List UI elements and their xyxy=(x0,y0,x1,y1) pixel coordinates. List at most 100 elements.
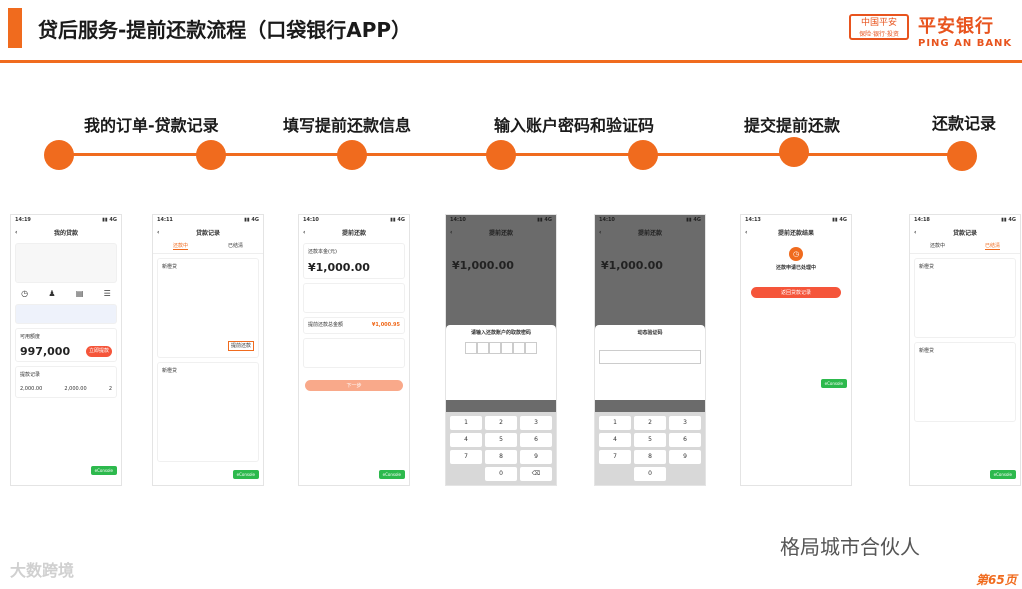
status-time: 14:18 xyxy=(914,217,930,223)
credit-label: 可用额度 xyxy=(20,334,41,340)
credit-card: 可用额度 997,000 立即提款 xyxy=(15,328,117,362)
timeline-dot xyxy=(779,137,809,167)
phone-screen-prepay-result: 14:13 ▮▮ 4G ‹ 提前还款结果 ◷ 还款申请已处理中 返回贷款记录 eCo… xyxy=(740,214,852,486)
bank-name: 平安银行 PING AN BANK xyxy=(918,12,1012,49)
back-icon[interactable]: ‹ xyxy=(157,229,159,236)
loan-item-card[interactable]: 新橙贷 xyxy=(914,342,1016,422)
bank-name-en: PING AN BANK xyxy=(918,38,1013,49)
step-label-4: 提交提前还款 xyxy=(744,116,841,135)
key-1[interactable]: 1 xyxy=(599,416,631,430)
tab-settled[interactable]: 已结清 xyxy=(984,242,1000,250)
back-icon[interactable]: ‹ xyxy=(745,229,747,236)
timeline-dot xyxy=(44,140,74,170)
doc-icon[interactable]: ▤ xyxy=(76,289,84,298)
principal-value: ¥1,000.00 xyxy=(452,259,514,272)
back-to-records-button[interactable]: 返回贷款记录 xyxy=(751,287,841,298)
screen-title: 贷款记录 xyxy=(195,229,220,237)
econsole-button[interactable]: eConsole xyxy=(90,466,117,475)
tab-settled[interactable]: 已结清 xyxy=(228,242,243,250)
back-icon[interactable]: ‹ xyxy=(914,229,916,236)
modal-title: 动态验证码 xyxy=(637,330,663,336)
modal-title: 请输入还款账户的取款密码 xyxy=(470,330,531,336)
back-icon[interactable]: ‹ xyxy=(450,229,452,236)
account-card[interactable] xyxy=(303,338,405,368)
timeline-dot xyxy=(628,140,658,170)
key-3[interactable]: 3 xyxy=(669,416,701,430)
econsole-button[interactable]: eConsole xyxy=(378,470,405,479)
screen-title: 提前还款结果 xyxy=(777,229,814,237)
history-label: 提款记录 xyxy=(20,372,41,378)
timeline-dot xyxy=(947,141,977,171)
key-2[interactable]: 2 xyxy=(634,416,666,430)
loan-name: 新橙贷 xyxy=(162,264,178,270)
tab-repaying[interactable]: 还款中 xyxy=(172,242,188,250)
key-4[interactable]: 4 xyxy=(450,433,482,447)
header-divider xyxy=(0,60,1022,63)
prepay-link[interactable]: 提前还款 xyxy=(227,341,254,351)
screen-title: 我的贷款 xyxy=(53,229,78,237)
econsole-button[interactable]: eConsole xyxy=(820,379,847,388)
numeric-keypad: 123 456 789 0 xyxy=(595,412,705,485)
status-time: 14:10 xyxy=(303,217,319,223)
phone-screen-prepay-form: 14:10 ▮▮ 4G ‹ 提前还款 还款本金(元) ¥1,000.00 提前还款总… xyxy=(298,214,410,486)
key-5[interactable]: 5 xyxy=(634,433,666,447)
key-0[interactable]: 0 xyxy=(634,467,666,481)
loan-name: 新橙贷 xyxy=(919,348,935,354)
user-icon[interactable]: ♟ xyxy=(48,289,55,298)
promo-card[interactable] xyxy=(15,304,117,324)
phone-screen-verification: 14:10 ▮▮ 4G ‹ 提前还款 ¥1,000.00 动态验证码 123 456… xyxy=(594,214,706,486)
key-2[interactable]: 2 xyxy=(485,416,517,430)
key-3[interactable]: 3 xyxy=(520,416,552,430)
total-card: 提前还款总金额 ¥1,000.95 xyxy=(303,317,405,334)
watermark-logo: 大数跨境 xyxy=(10,561,75,580)
logo-text: 中国平安 xyxy=(860,18,897,28)
principal-input[interactable]: ¥1,000.00 xyxy=(308,261,400,274)
next-button[interactable]: 下一步 xyxy=(305,380,403,391)
key-7[interactable]: 7 xyxy=(450,450,482,464)
status-time: 14:10 xyxy=(450,217,466,223)
header-accent-bar xyxy=(8,8,22,48)
key-8[interactable]: 8 xyxy=(634,450,666,464)
pin-input[interactable] xyxy=(450,342,552,354)
backspace-key[interactable]: ⌫ xyxy=(520,467,552,481)
phone-screen-password: 14:10 ▮▮ 4G ‹ 提前还款 ¥1,000.00 请输入还款账户的取款密码 … xyxy=(445,214,557,486)
key-6[interactable]: 6 xyxy=(669,433,701,447)
pingan-logo: 中国平安 保险·银行·投资 xyxy=(849,14,909,40)
loan-item-card[interactable]: 新橙贷 提前还款 xyxy=(157,258,259,358)
credit-amount: 997,000 xyxy=(20,345,71,358)
loan-item-card[interactable]: 新橙贷 xyxy=(914,258,1016,338)
econsole-button[interactable]: eConsole xyxy=(989,470,1016,479)
key-4[interactable]: 4 xyxy=(599,433,631,447)
page-number: 第65页 xyxy=(976,573,1017,587)
principal-value: ¥1,000.00 xyxy=(601,259,663,272)
screen-title: 提前还款 xyxy=(488,229,513,237)
key-6[interactable]: 6 xyxy=(520,433,552,447)
numeric-keypad: 123 456 789 0 ⌫ xyxy=(446,412,556,485)
key-blank xyxy=(450,467,482,481)
code-input[interactable] xyxy=(599,350,701,364)
logo-subtext: 保险·银行·投资 xyxy=(859,31,899,38)
key-9[interactable]: 9 xyxy=(669,450,701,464)
key-9[interactable]: 9 xyxy=(520,450,552,464)
key-8[interactable]: 8 xyxy=(485,450,517,464)
apply-button[interactable]: 立即提款 xyxy=(86,346,112,357)
history-value: 2 xyxy=(108,386,112,392)
back-icon[interactable]: ‹ xyxy=(15,229,17,236)
back-icon[interactable]: ‹ xyxy=(303,229,305,236)
key-0[interactable]: 0 xyxy=(485,467,517,481)
key-1[interactable]: 1 xyxy=(450,416,482,430)
econsole-button[interactable]: eConsole xyxy=(232,470,259,479)
tab-repaying[interactable]: 还款中 xyxy=(930,242,945,250)
password-modal: 请输入还款账户的取款密码 xyxy=(446,325,556,400)
key-5[interactable]: 5 xyxy=(485,433,517,447)
history-card: 提款记录 2,000.00 2,000.00 2 xyxy=(15,366,117,398)
list-icon[interactable]: ☰ xyxy=(104,289,111,298)
history-value: 2,000.00 xyxy=(64,386,87,392)
key-7[interactable]: 7 xyxy=(599,450,631,464)
loan-name: 新橙贷 xyxy=(919,264,935,270)
loan-item-card[interactable]: 新橙贷 xyxy=(157,362,259,462)
history-value: 2,000.00 xyxy=(20,386,43,392)
back-icon[interactable]: ‹ xyxy=(599,229,601,236)
clock-icon[interactable]: ◷ xyxy=(21,289,28,298)
total-label: 提前还款总金额 xyxy=(308,322,344,328)
